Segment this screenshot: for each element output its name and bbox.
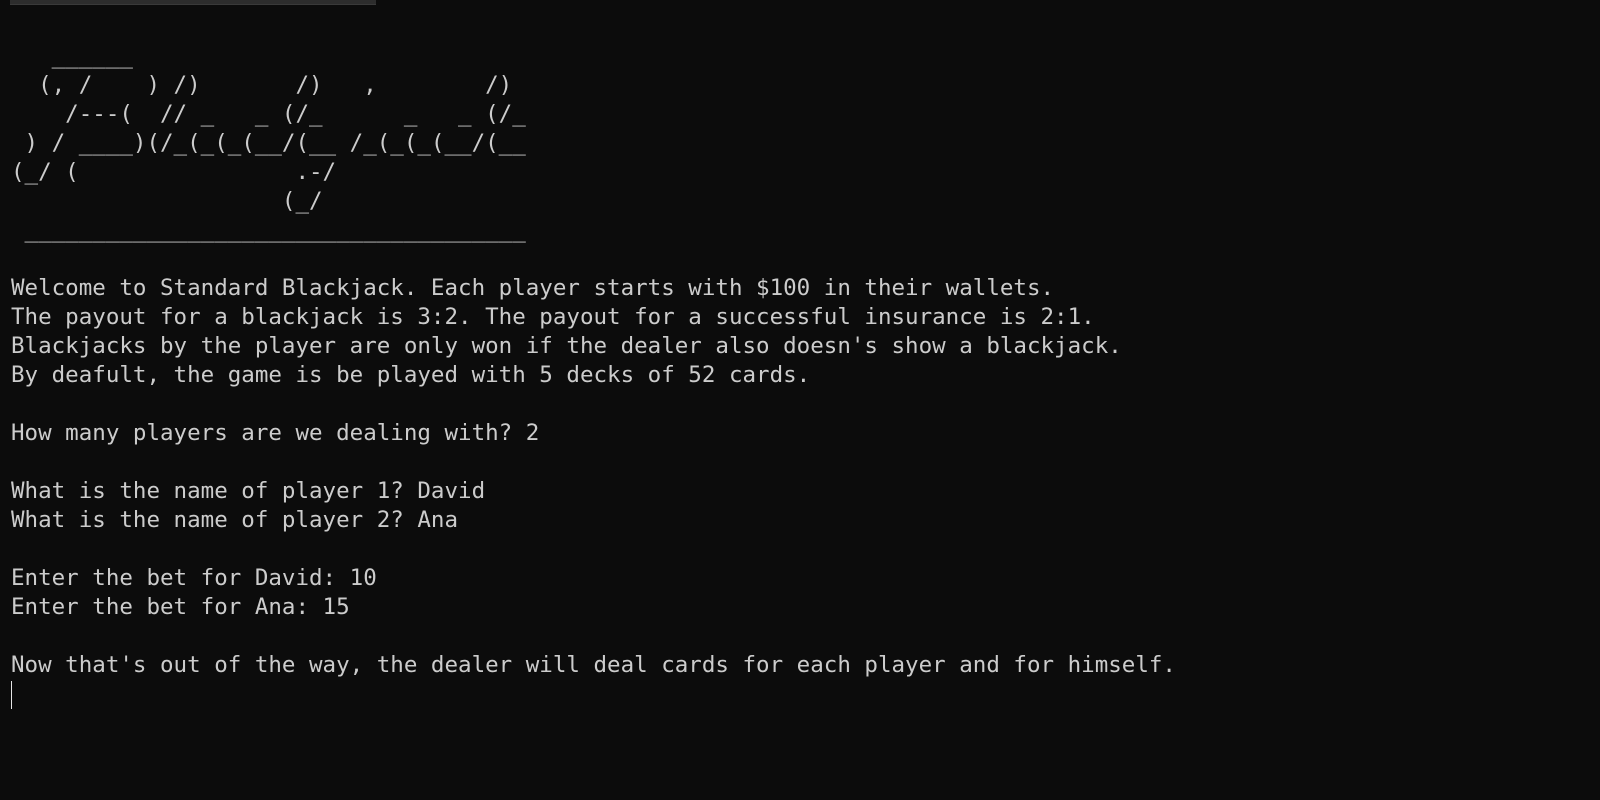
input-line[interactable]: [11, 680, 1600, 709]
banner-line: (, / ) /) /) , /): [11, 72, 513, 98]
terminal-window[interactable]: ______ (, / ) /) /) , /) /---( // _ _ (/…: [0, 0, 1600, 800]
player-name-prompts: What is the name of player 1? David What…: [11, 477, 1600, 535]
player-name-line: What is the name of player 2? Ana: [11, 507, 459, 533]
banner-line: (_/ ( .-/: [11, 159, 337, 185]
banner-line: (_/: [11, 188, 323, 214]
bet-line: Enter the bet for David: 10: [11, 565, 377, 591]
bet-prompts: Enter the bet for David: 10 Enter the be…: [11, 564, 1600, 622]
intro-line: The payout for a blackjack is 3:2. The p…: [11, 304, 1095, 330]
banner-line: ) / ____)(/_(_(_(__/(__ /_(_(_(__/(__: [11, 130, 526, 156]
intro-line: Blackjacks by the player are only won if…: [11, 333, 1122, 359]
deal-message: Now that's out of the way, the dealer wi…: [11, 652, 1176, 678]
intro-line: Welcome to Standard Blackjack. Each play…: [11, 275, 1055, 301]
banner-line: /---( // _ _ (/_ _ _ (/_: [11, 101, 526, 127]
intro-text: Welcome to Standard Blackjack. Each play…: [11, 274, 1600, 390]
bet-line: Enter the bet for Ana: 15: [11, 594, 350, 620]
text-cursor: [11, 681, 12, 709]
players-count-prompt: How many players are we dealing with? 2: [11, 420, 540, 446]
banner-line: _____________________________________: [11, 217, 526, 243]
ascii-banner: ______ (, / ) /) /) , /) /---( // _ _ (/…: [11, 42, 1600, 245]
intro-line: By deafult, the game is be played with 5…: [11, 362, 811, 388]
player-name-line: What is the name of player 1? David: [11, 478, 486, 504]
tab-strip-edge: [10, 0, 376, 5]
banner-line: ______: [11, 43, 133, 69]
